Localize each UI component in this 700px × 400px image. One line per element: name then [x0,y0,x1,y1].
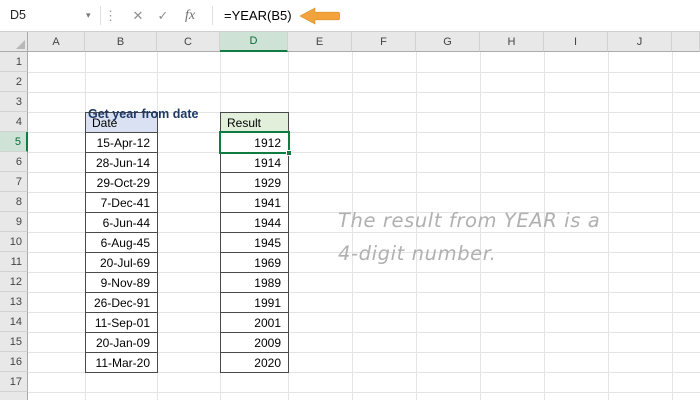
column-header-H[interactable]: H [480,32,544,52]
cell-D15[interactable]: 2009 [220,332,289,353]
annotation-line-2: 4-digit number. [338,242,497,265]
fill-handle[interactable] [286,150,292,156]
cell-B11[interactable]: 20-Jul-69 [85,252,158,273]
chevron-down-icon[interactable]: ▾ [86,0,91,31]
row-header-2[interactable]: 2 [0,72,28,92]
formula-bar-resizer[interactable]: ⋮ [104,0,117,31]
column-header-A[interactable]: A [28,32,85,52]
column-header-partial[interactable] [672,32,700,52]
enter-button[interactable]: ✓ [151,0,175,31]
row-header-10[interactable]: 10 [0,232,28,252]
row-header-12[interactable]: 12 [0,272,28,292]
divider [212,6,213,25]
gridline-horizontal [28,92,700,93]
cell-D5[interactable]: 1912 [220,132,289,153]
column-header-F[interactable]: F [352,32,416,52]
formula-bar: D5 ▾ ⋮ ✕ ✓ fx =YEAR(B5) [0,0,700,32]
select-all-corner[interactable] [0,32,28,52]
annotation-text: The result from YEAR is a 4-digit number… [338,204,600,270]
select-all-triangle-icon [16,40,25,49]
column-header-B[interactable]: B [85,32,157,52]
cell-D10[interactable]: 1945 [220,232,289,253]
cell-B12[interactable]: 9-Nov-89 [85,272,158,293]
cell-B6[interactable]: 28-Jun-14 [85,152,158,173]
cell-D11[interactable]: 1969 [220,252,289,273]
cell-D16[interactable]: 2020 [220,352,289,373]
row-header-7[interactable]: 7 [0,172,28,192]
cell-B7[interactable]: 29-Oct-29 [85,172,158,193]
gridline-horizontal [28,72,700,73]
annotation-line-1: The result from YEAR is a [338,209,601,232]
cell-D12[interactable]: 1989 [220,272,289,293]
cell-B13[interactable]: 26-Dec-91 [85,292,158,313]
row-header-16[interactable]: 16 [0,352,28,372]
gridline-horizontal [28,392,700,393]
name-box[interactable]: D5 [0,0,100,31]
cell-B5[interactable]: 15-Apr-12 [85,132,158,153]
row-header-3[interactable]: 3 [0,92,28,112]
divider [100,6,101,25]
cell-D6[interactable]: 1914 [220,152,289,173]
row-header-15[interactable]: 15 [0,332,28,352]
cancel-button[interactable]: ✕ [126,0,150,31]
row-header-17[interactable]: 17 [0,372,28,392]
cell-B9[interactable]: 6-Jun-44 [85,212,158,233]
row-header-4[interactable]: 4 [0,112,28,132]
cell-D9[interactable]: 1944 [220,212,289,233]
column-header-C[interactable]: C [157,32,220,52]
cell-D13[interactable]: 1991 [220,292,289,313]
column-header-I[interactable]: I [544,32,608,52]
gridline-vertical [672,52,673,400]
row-header-1[interactable]: 1 [0,52,28,72]
column-header-D[interactable]: D [220,32,288,52]
cell-B10[interactable]: 6-Aug-45 [85,232,158,253]
cell-B16[interactable]: 11-Mar-20 [85,352,158,373]
cell-D7[interactable]: 1929 [220,172,289,193]
column-header-E[interactable]: E [288,32,352,52]
insert-function-button[interactable]: fx [178,0,202,31]
row-header-13[interactable]: 13 [0,292,28,312]
row-header-11[interactable]: 11 [0,252,28,272]
cell-B2-title[interactable]: Get year from date [88,104,198,124]
excel-window: D5 ▾ ⋮ ✕ ✓ fx =YEAR(B5) Get year from da… [0,0,700,400]
column-header-J[interactable]: J [608,32,672,52]
cell-D8[interactable]: 1941 [220,192,289,213]
column-header-G[interactable]: G [416,32,480,52]
cell-B8[interactable]: 7-Dec-41 [85,192,158,213]
cell-D14[interactable]: 2001 [220,312,289,333]
cell-B14[interactable]: 11-Sep-01 [85,312,158,333]
row-header-8[interactable]: 8 [0,192,28,212]
cell-D4-result-header[interactable]: Result [220,112,289,133]
cell-B15[interactable]: 20-Jan-09 [85,332,158,353]
row-header-14[interactable]: 14 [0,312,28,332]
row-header-6[interactable]: 6 [0,152,28,172]
gridline-vertical [608,52,609,400]
row-header-9[interactable]: 9 [0,212,28,232]
annotation-arrow-icon [300,7,340,25]
row-header-5[interactable]: 5 [0,132,28,152]
row-header-partial [0,392,28,400]
formula-input[interactable]: =YEAR(B5) [224,0,292,31]
